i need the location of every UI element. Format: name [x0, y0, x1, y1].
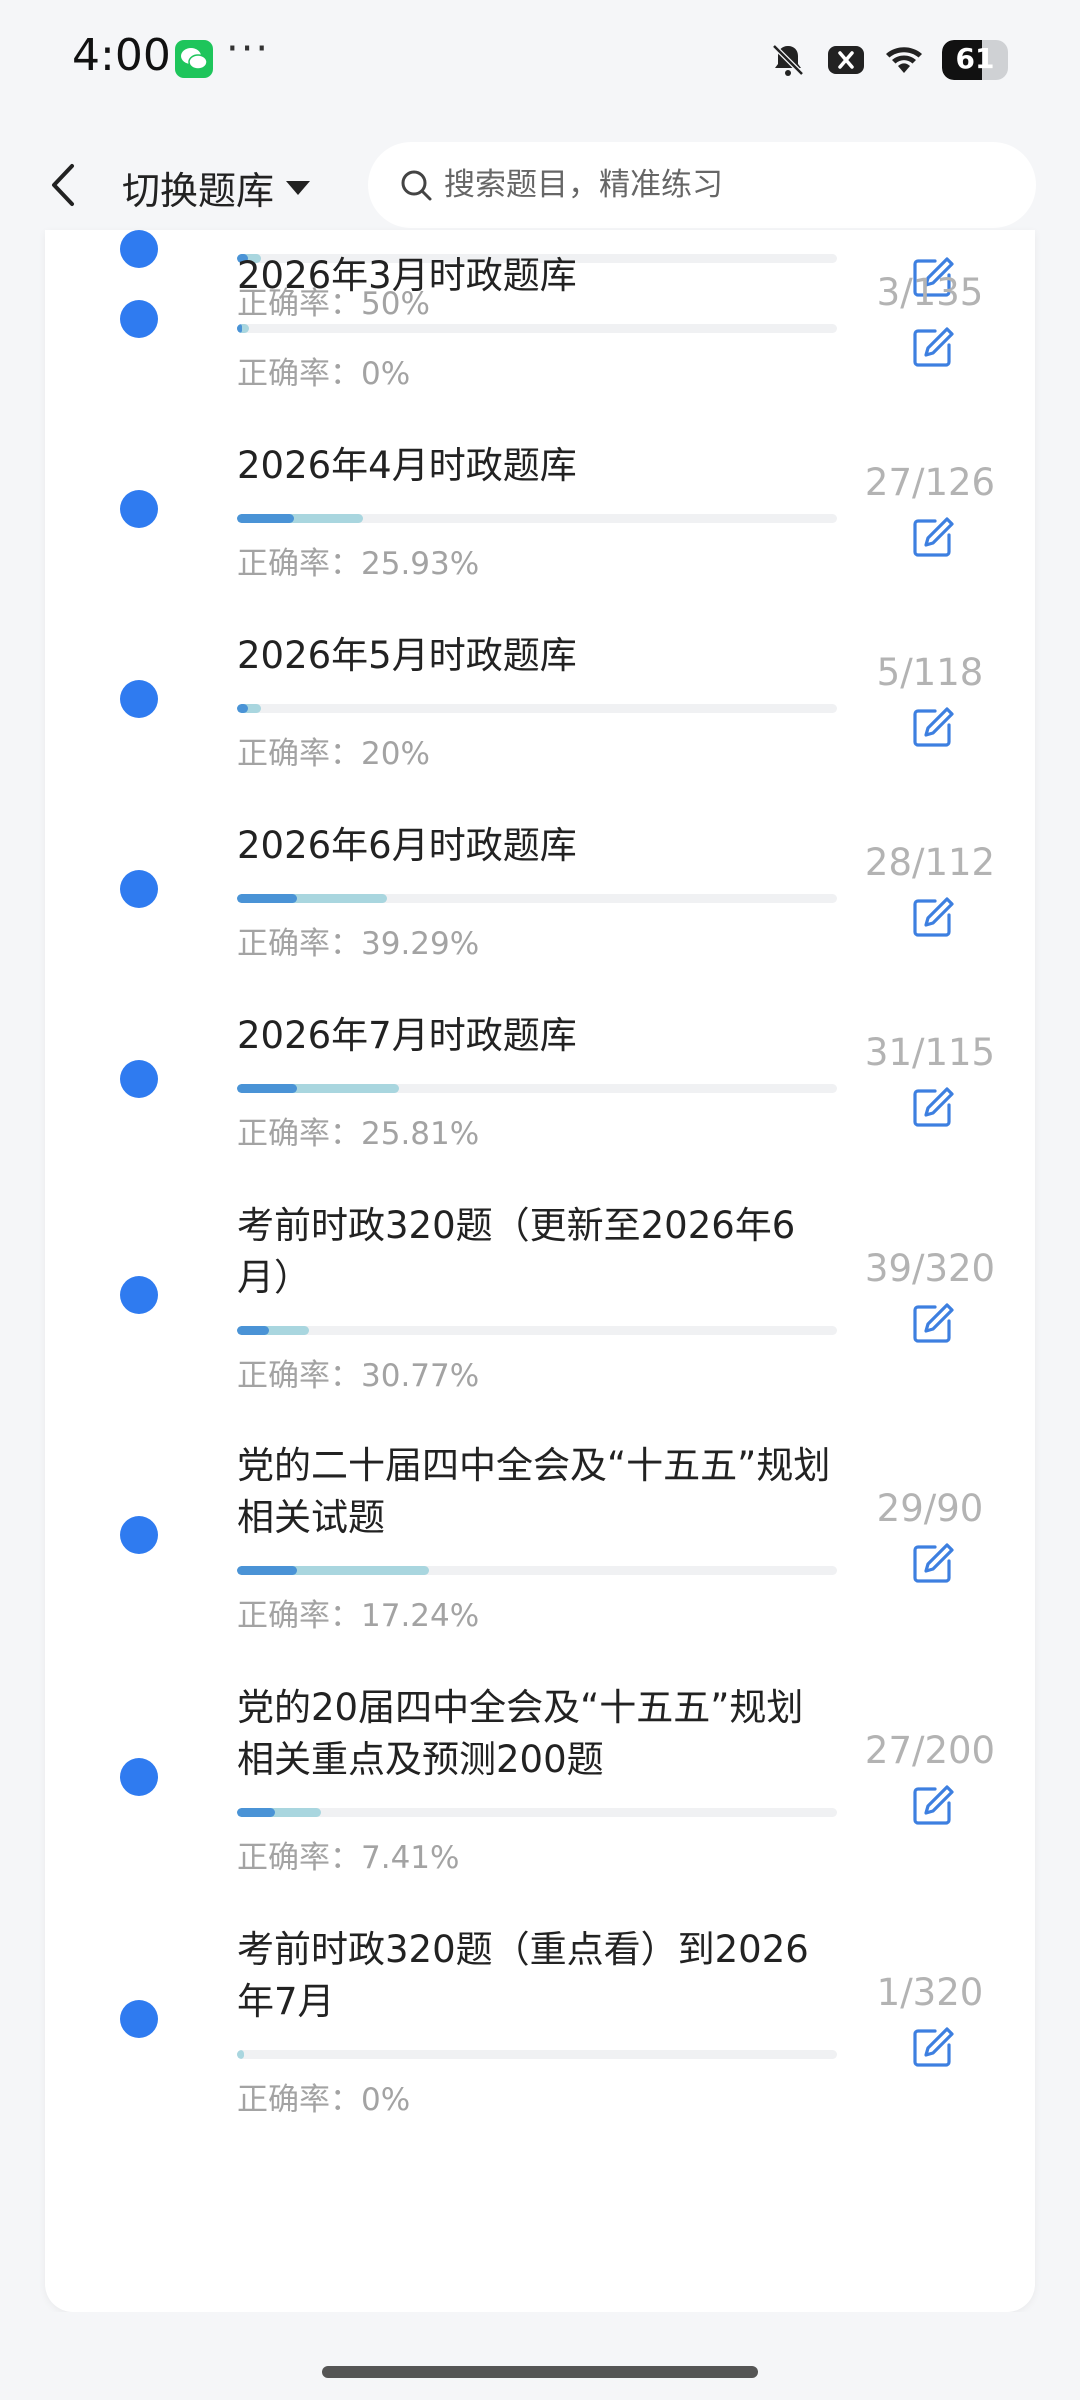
item-title: 2026年4月时政题库 [237, 444, 577, 487]
close-box-icon [828, 46, 864, 74]
item-title: 考前时政320题（重点看）到2026年7月 [237, 1928, 809, 2023]
item-title: 考前时政320题（更新至2026年6月） [237, 1204, 796, 1299]
accuracy-text: 正确率：0% [237, 2082, 411, 2118]
progress-count: 31/115 [864, 1031, 996, 1074]
status-dot [120, 300, 158, 338]
edit-icon[interactable] [911, 895, 955, 939]
status-dot [120, 2000, 158, 2038]
edit-icon[interactable] [911, 1085, 955, 1129]
battery-text: 61 [955, 42, 995, 75]
progress-bar [237, 704, 837, 713]
progress-head [237, 1808, 275, 1817]
progress-head [237, 324, 243, 333]
progress-bar [237, 1566, 837, 1575]
progress-bar [237, 894, 837, 903]
progress-head [237, 514, 294, 523]
progress-count: 39/320 [864, 1247, 996, 1290]
accuracy-text: 正确率：25.81% [237, 1116, 480, 1152]
status-bar: 4:00 ··· 61 [0, 0, 1080, 120]
accuracy-text: 正确率：30.77% [237, 1358, 480, 1394]
accuracy-text: 正确率：25.93% [237, 546, 480, 582]
search-icon [401, 170, 432, 201]
progress-head [237, 894, 297, 903]
bell-muted-icon [772, 44, 804, 76]
status-dot [120, 870, 158, 908]
accuracy-text: 正确率：20% [237, 736, 430, 772]
progress-head [237, 704, 248, 713]
status-dot [120, 680, 158, 718]
progress-count: 28/112 [864, 841, 996, 884]
bottom-strip [0, 2312, 1080, 2400]
search-input[interactable] [442, 166, 1006, 204]
wechat-icon [175, 40, 213, 78]
item-title: 2026年5月时政题库 [237, 634, 577, 677]
progress-bar [237, 514, 837, 523]
status-dot [120, 1758, 158, 1796]
status-dot [120, 230, 158, 268]
progress-count: 27/200 [864, 1729, 996, 1772]
progress-bar [237, 1808, 837, 1817]
accuracy-text: 正确率：0% [237, 356, 411, 392]
accuracy-text: 正确率：7.41% [237, 1840, 460, 1876]
status-time: 4:00 [72, 30, 171, 81]
switch-bank-label: 切换题库 [122, 169, 275, 213]
status-dot [120, 1276, 158, 1314]
item-title: 2026年3月时政题库 [237, 254, 577, 297]
edit-icon[interactable] [911, 1783, 955, 1827]
more-dots: ··· [226, 26, 271, 72]
wifi-icon [886, 47, 922, 73]
edit-icon[interactable] [911, 2025, 955, 2069]
switch-bank-button[interactable]: 切换题库 [122, 160, 312, 215]
item-title: 党的二十届四中全会及“十五五”规划相关试题 [237, 1444, 831, 1539]
item-title: 2026年6月时政题库 [237, 824, 577, 867]
status-dot [120, 490, 158, 528]
progress-head [237, 1326, 270, 1335]
question-bank-list: 正确率：50% 2026年3月时政题库 正确率：0% 3/135 2026年4月时政题库… [45, 230, 1035, 2312]
status-icons: 61 [768, 36, 1008, 84]
progress-bar [237, 324, 837, 333]
edit-icon[interactable] [911, 1301, 955, 1345]
progress-count: 1/320 [876, 1971, 984, 2014]
progress-bar [237, 1326, 837, 1335]
status-dot [120, 1516, 158, 1554]
progress-head [237, 1566, 297, 1575]
progress-fill [237, 2050, 245, 2059]
caret-down-icon [286, 180, 311, 195]
progress-bar [237, 2050, 837, 2059]
search-box[interactable] [368, 142, 1036, 228]
edit-icon[interactable] [911, 515, 955, 559]
progress-count: 27/126 [864, 461, 996, 504]
edit-icon[interactable] [911, 705, 955, 749]
battery-icon: 61 [942, 40, 1008, 80]
edit-icon[interactable] [911, 325, 955, 369]
accuracy-text: 正确率：39.29% [237, 926, 480, 962]
item-title: 党的20届四中全会及“十五五”规划相关重点及预测200题 [237, 1686, 804, 1781]
back-icon[interactable] [44, 160, 84, 210]
item-title: 2026年7月时政题库 [237, 1014, 577, 1057]
accuracy-text: 正确率：17.24% [237, 1598, 480, 1634]
edit-icon[interactable] [911, 1541, 955, 1585]
progress-count: 3/135 [876, 271, 984, 314]
home-indicator[interactable] [322, 2366, 758, 2378]
progress-head [237, 1084, 297, 1093]
progress-count: 5/118 [876, 651, 984, 694]
status-dot [120, 1060, 158, 1098]
progress-bar [237, 1084, 837, 1093]
progress-count: 29/90 [876, 1487, 984, 1530]
